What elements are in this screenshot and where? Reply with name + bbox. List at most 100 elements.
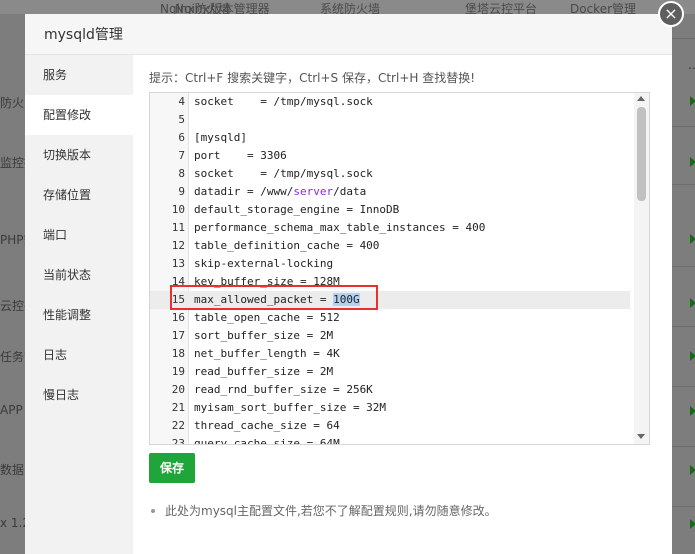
scrollbar-thumb[interactable] — [637, 107, 646, 201]
line-number: 6 — [178, 131, 185, 144]
code-text: socket = /tmp/mysql.sock — [194, 95, 373, 108]
bg-left-text: PHP安 — [0, 233, 25, 247]
play-arrow-icon — [690, 406, 695, 416]
code-line: 16 table_open_cache = 512 — [150, 309, 630, 327]
line-number: 21 — [171, 401, 185, 414]
line-number: 12 — [171, 239, 185, 252]
dialog-title: mysqld管理 — [44, 27, 123, 43]
line-number: 17 — [171, 329, 185, 342]
sidebar-item-switch-version[interactable]: 切换版本 — [25, 135, 133, 175]
code-text-suffix: /data — [333, 185, 367, 198]
code-keyword: server — [293, 185, 334, 198]
line-number: 10 — [171, 203, 185, 216]
code-text: skip-external-locking — [194, 257, 334, 270]
code-line: 12 table_definition_cache = 400 — [150, 237, 630, 255]
play-arrow-icon — [690, 157, 695, 167]
config-note-text: 此处为mysql主配置文件,若您不了解配置规则,请勿随意修改。 — [165, 504, 497, 518]
dialog-title-bar: mysqld管理 — [25, 14, 672, 55]
code-text: port = 3306 — [194, 149, 287, 162]
code-line: 8 socket = /tmp/mysql.sock — [150, 165, 630, 183]
line-number: 13 — [171, 257, 185, 270]
code-line: 4 socket = /tmp/mysql.sock — [150, 93, 630, 111]
code-line: 20 read_rnd_buffer_size = 256K — [150, 381, 630, 399]
bg-tab-5: Docker管理 — [570, 2, 637, 14]
config-note: 此处为mysql主配置文件,若您不了解配置规则,请勿随意修改。 — [149, 502, 497, 519]
line-number: 20 — [171, 383, 185, 396]
code-line: 7 port = 3306 — [150, 147, 630, 165]
bg-tab-3: 系统防火墙 — [320, 2, 381, 14]
sidebar-item-config-edit[interactable]: 配置修改 — [25, 95, 133, 135]
code-text: [mysqld] — [194, 131, 247, 144]
line-number: 8 — [178, 167, 185, 180]
play-arrow-icon — [690, 234, 695, 244]
shortcut-hint: 提示：Ctrl+F 搜索关键字，Ctrl+S 保存，Ctrl+H 查找替换! — [149, 71, 476, 85]
line-number: 9 — [178, 185, 185, 198]
code-text: datadir = /www/server/data — [194, 183, 366, 201]
code-line: 19 read_buffer_size = 2M — [150, 363, 630, 381]
code-text: socket = /tmp/mysql.sock — [194, 167, 373, 180]
code-line: 17 sort_buffer_size = 2M — [150, 327, 630, 345]
editor-scrollbar[interactable] — [634, 93, 649, 444]
sidebar-item-current-status[interactable]: 当前状态 — [25, 255, 133, 295]
config-code-editor[interactable]: 4 socket = /tmp/mysql.sock 5 6 [mysqld] 7 port… — [149, 92, 650, 445]
bg-left-text: 任务管 — [0, 350, 25, 364]
line-number: 22 — [171, 419, 185, 432]
play-arrow-icon — [690, 465, 695, 475]
code-text: table_open_cache = 512 — [194, 311, 340, 324]
code-text: thread_cache_size = 64 — [194, 419, 340, 432]
code-line: 22 thread_cache_size = 64 — [150, 417, 630, 435]
line-number: 5 — [178, 113, 185, 126]
bg-left-text: APP 1 — [0, 403, 25, 417]
play-arrow-icon — [690, 519, 695, 529]
code-text: sort_buffer_size = 2M — [194, 329, 334, 342]
code-line: 5 — [150, 111, 630, 129]
scroll-down-arrow-icon[interactable] — [637, 434, 645, 439]
dialog-sidebar: 服务 配置修改 切换版本 存储位置 端口 当前状态 性能调整 日志 慢日志 — [25, 55, 133, 554]
line-number: 19 — [171, 365, 185, 378]
code-text: performance_schema_max_table_instances =… — [194, 221, 486, 234]
code-line: 18 net_buffer_length = 4K — [150, 345, 630, 363]
bg-left-text: 监控报 — [0, 156, 25, 170]
sidebar-item-slow-log[interactable]: 慢日志 — [25, 375, 133, 415]
bg-left-text: 云控平 — [0, 299, 25, 313]
bg-left-text: 防火 — [0, 96, 25, 110]
code-text: table_definition_cache = 400 — [194, 239, 380, 252]
play-arrow-icon — [690, 298, 695, 308]
code-line: 23 query_cache_size = 64M — [150, 435, 630, 445]
code-text: read_buffer_size = 2M — [194, 365, 334, 378]
bg-left-text: x 1.2 — [0, 516, 25, 530]
bg-left-text: 数据同 — [0, 463, 25, 477]
line-number: 23 — [171, 437, 185, 445]
sidebar-item-port[interactable]: 端口 — [25, 215, 133, 255]
sidebar-item-performance-tuning[interactable]: 性能调整 — [25, 295, 133, 335]
code-line: 10 default_storage_engine = InnoDB — [150, 201, 630, 219]
line-number: 16 — [171, 311, 185, 324]
sidebar-item-service[interactable]: 服务 — [25, 55, 133, 95]
code-text: net_buffer_length = 4K — [194, 347, 340, 360]
code-text: default_storage_engine = InnoDB — [194, 203, 400, 216]
line-number: 4 — [178, 95, 185, 108]
code-text: read_rnd_buffer_size = 256K — [194, 383, 373, 396]
code-line: 6 [mysqld] — [150, 129, 630, 147]
line-number: 18 — [171, 347, 185, 360]
mysqld-manager-dialog: mysqld管理 服务 配置修改 切换版本 存储位置 端口 当前状态 性能调整 … — [25, 14, 672, 554]
scroll-up-arrow-icon[interactable] — [637, 96, 645, 101]
code-text: myisam_sort_buffer_size = 32M — [194, 401, 387, 414]
code-text-prefix: datadir = /www/ — [194, 185, 294, 198]
save-button[interactable]: 保存 — [149, 453, 195, 483]
code-line: 9 datadir = /www/server/data — [150, 183, 630, 201]
sidebar-item-storage-location[interactable]: 存储位置 — [25, 175, 133, 215]
code-line: 13 skip-external-locking — [150, 255, 630, 273]
background-tab-strip: Nginx防火墙 Nginx版本管理器 系统防火墙 堡塔云控平台 Docker管… — [0, 0, 695, 14]
play-arrow-icon — [690, 96, 695, 106]
code-text: query_cache_size = 64M — [194, 437, 340, 445]
line-number: 7 — [178, 149, 185, 162]
bg-more-dot: … — [688, 58, 695, 72]
bg-tab-2: Nginx版本管理器 — [175, 2, 270, 14]
annotation-highlight-box — [170, 285, 378, 310]
close-icon[interactable]: × — [658, 1, 684, 27]
line-number: 11 — [171, 221, 185, 234]
sidebar-item-log[interactable]: 日志 — [25, 335, 133, 375]
bg-tab-4: 堡塔云控平台 — [465, 2, 538, 14]
bullet-icon — [151, 509, 155, 513]
